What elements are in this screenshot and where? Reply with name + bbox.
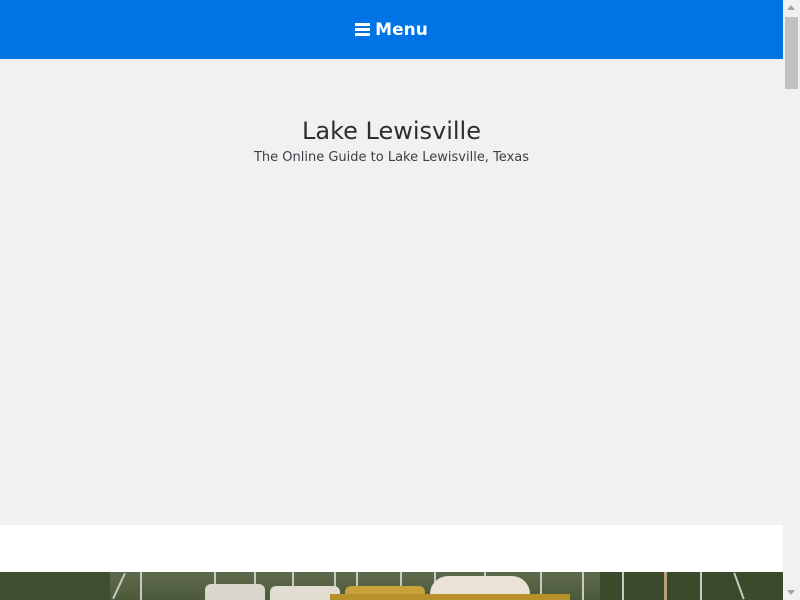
- site-title[interactable]: Lake Lewisville: [0, 116, 783, 146]
- menu-toggle-button[interactable]: Menu: [355, 20, 428, 40]
- triangle-down-icon[interactable]: [787, 590, 795, 595]
- primary-navigation-bar: Menu: [0, 0, 783, 59]
- scrollbar-thumb[interactable]: [785, 17, 798, 89]
- content-spacer: [0, 525, 783, 572]
- vertical-scrollbar[interactable]: [783, 0, 800, 600]
- triangle-up-icon[interactable]: [787, 5, 795, 10]
- hero-photo-sailboats: [0, 572, 783, 600]
- web-page: Menu Lake Lewisville The Online Guide to…: [0, 0, 783, 600]
- hamburger-icon: [355, 23, 371, 36]
- menu-label: Menu: [375, 19, 428, 40]
- site-header: Lake Lewisville The Online Guide to Lake…: [0, 59, 783, 525]
- site-description: The Online Guide to Lake Lewisville, Tex…: [253, 150, 530, 165]
- browser-viewport: Menu Lake Lewisville The Online Guide to…: [0, 0, 800, 600]
